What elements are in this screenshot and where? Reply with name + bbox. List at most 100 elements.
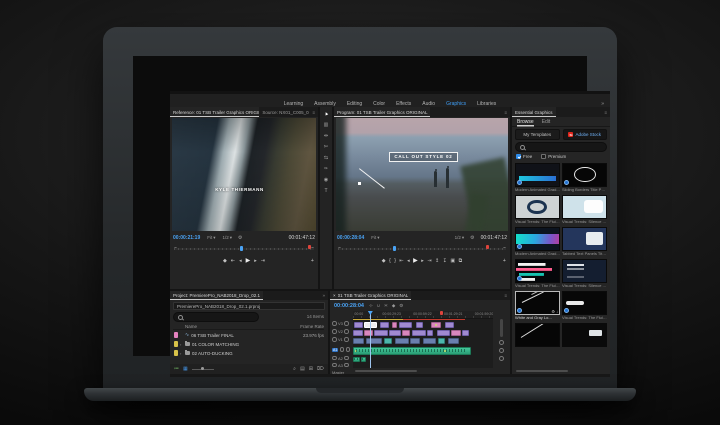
track-header-a1[interactable]: A1 bbox=[330, 345, 352, 354]
hand-tool-icon[interactable]: ◉ bbox=[324, 177, 328, 183]
play-icon[interactable]: ▶ bbox=[413, 257, 418, 264]
button-editor-icon[interactable]: + bbox=[311, 258, 314, 264]
ripple-edit-tool-icon[interactable]: ⇹ bbox=[324, 133, 328, 139]
step-back-icon[interactable]: ◂ bbox=[239, 258, 242, 264]
video-clip[interactable] bbox=[395, 338, 409, 344]
column-name[interactable]: Name bbox=[185, 324, 197, 329]
template-thumbnail[interactable] bbox=[562, 163, 607, 187]
panel-menu-icon[interactable]: ≡ bbox=[501, 291, 510, 300]
button-editor-icon[interactable]: + bbox=[503, 258, 506, 264]
list-view-icon[interactable]: ≔ bbox=[174, 366, 179, 372]
comparison-view-icon[interactable]: ⧉ bbox=[459, 258, 463, 264]
new-item-icon[interactable]: ⊞ bbox=[309, 366, 313, 372]
source-patch-a1[interactable]: A1 bbox=[332, 348, 338, 352]
template-card[interactable]: Tabbed Text Panels Title... bbox=[562, 227, 607, 257]
track-height-toggle-icon[interactable] bbox=[499, 340, 504, 345]
vertical-scrollbar[interactable] bbox=[500, 319, 503, 337]
track-eye-icon[interactable] bbox=[344, 329, 349, 334]
reference-video-viewport[interactable]: KYLE THIERMANN bbox=[172, 118, 316, 231]
template-card[interactable] bbox=[562, 323, 607, 353]
filter-premium[interactable]: Premium bbox=[541, 154, 566, 159]
go-to-in-icon[interactable]: ⇤ bbox=[231, 258, 235, 264]
program-video-viewport[interactable]: CALL OUT STYLE 02 bbox=[336, 118, 508, 231]
adobe-stock-button[interactable]: StAdobe Stock bbox=[563, 129, 608, 140]
reference-zoom-select[interactable]: Fit▾ bbox=[207, 235, 215, 241]
track-lock-icon[interactable] bbox=[332, 321, 337, 326]
type-tool-icon[interactable]: T bbox=[324, 188, 327, 194]
video-clip[interactable] bbox=[384, 338, 392, 344]
video-clip[interactable] bbox=[354, 322, 362, 328]
export-frame-icon[interactable]: ▣ bbox=[450, 258, 455, 264]
track-height-toggle-icon[interactable] bbox=[499, 348, 504, 353]
tab-browse[interactable]: Browse bbox=[517, 119, 534, 125]
video-clip[interactable] bbox=[380, 322, 390, 328]
video-clip[interactable] bbox=[353, 338, 364, 344]
expand-chevron-icon[interactable]: › bbox=[180, 342, 183, 347]
video-clip[interactable] bbox=[431, 322, 441, 328]
icon-view-icon[interactable]: ▦ bbox=[183, 366, 188, 372]
go-to-out-icon[interactable]: ⇥ bbox=[261, 258, 265, 264]
track-header-v3[interactable]: V3 bbox=[330, 320, 352, 327]
template-thumbnail[interactable] bbox=[562, 195, 607, 219]
timeline-settings-icon[interactable]: ⚙ bbox=[399, 303, 403, 309]
video-clip[interactable] bbox=[353, 330, 363, 336]
template-thumbnail[interactable] bbox=[562, 227, 607, 251]
timeline-horizontal-scrollbar[interactable] bbox=[355, 370, 417, 373]
reference-resolution-select[interactable]: 1/2▾ bbox=[223, 235, 233, 241]
template-thumbnail[interactable]: ⚙↓ bbox=[515, 291, 560, 315]
template-card-selected[interactable]: ⚙↓White and Gray Lo... bbox=[515, 291, 560, 321]
reference-playhead-handle[interactable] bbox=[240, 246, 243, 251]
panel-menu-icon[interactable]: ≡ bbox=[601, 107, 610, 117]
program-resolution-select[interactable]: 1/2▾ bbox=[455, 235, 465, 241]
template-thumbnail[interactable] bbox=[515, 163, 560, 187]
search-input[interactable] bbox=[515, 142, 607, 152]
add-marker-icon[interactable]: ◆ bbox=[382, 258, 386, 264]
project-search-input[interactable] bbox=[173, 312, 259, 322]
horizontal-scrollbar[interactable] bbox=[516, 370, 568, 372]
video-clip[interactable] bbox=[451, 330, 461, 336]
track-lock-icon[interactable] bbox=[332, 329, 337, 334]
template-thumbnail[interactable] bbox=[515, 323, 560, 347]
razor-tool-icon[interactable]: ✄ bbox=[324, 144, 328, 150]
video-clip[interactable] bbox=[427, 330, 433, 336]
workspace-tab-effects[interactable]: Effects bbox=[396, 101, 411, 107]
track-header-a3[interactable]: A3 bbox=[330, 362, 352, 368]
program-playhead-handle[interactable] bbox=[393, 246, 396, 251]
step-back-icon[interactable]: ◂ bbox=[407, 258, 410, 264]
template-card[interactable]: Visual Trends: The Fluid ... bbox=[562, 291, 607, 321]
template-card[interactable]: Visual Trends: Silence A... bbox=[562, 259, 607, 289]
video-clip[interactable] bbox=[366, 338, 383, 344]
workspace-tab-libraries[interactable]: Libraries bbox=[477, 101, 496, 107]
audio-clip[interactable] bbox=[353, 357, 360, 362]
workspace-tab-color[interactable]: Color bbox=[373, 101, 385, 107]
video-clip[interactable] bbox=[448, 338, 459, 344]
panel-menu-icon[interactable]: ≡ bbox=[309, 107, 318, 117]
track-eye-icon[interactable] bbox=[344, 337, 349, 342]
delete-icon[interactable]: ⌦ bbox=[317, 366, 324, 372]
go-to-out-icon[interactable]: ⇥ bbox=[427, 258, 431, 264]
selection-tool-icon[interactable]: ▲ bbox=[323, 110, 330, 117]
template-card[interactable]: Modern Animated Grad... bbox=[515, 163, 560, 193]
program-scrub-bar[interactable] bbox=[338, 245, 506, 252]
workspace-tab-graphics[interactable]: Graphics bbox=[446, 101, 466, 107]
tab-edit[interactable]: Edit bbox=[542, 119, 551, 125]
panel-overflow-icon[interactable]: » bbox=[319, 291, 328, 300]
linked-selection-icon[interactable]: ≍ bbox=[384, 303, 388, 309]
reference-scrub-bar[interactable] bbox=[174, 245, 314, 252]
premium-checkbox[interactable] bbox=[541, 154, 546, 159]
filter-free[interactable]: Free bbox=[516, 154, 532, 159]
panel-menu-icon[interactable]: ≡ bbox=[501, 107, 510, 117]
video-clip[interactable] bbox=[438, 338, 445, 344]
step-forward-icon[interactable]: ▸ bbox=[254, 258, 257, 264]
video-clip[interactable] bbox=[462, 330, 469, 336]
audio-clip[interactable] bbox=[361, 357, 365, 362]
template-card[interactable]: Sliding Borders Title Pack bbox=[562, 163, 607, 193]
close-icon[interactable]: × bbox=[333, 293, 336, 298]
my-templates-button[interactable]: My Templates bbox=[515, 129, 560, 140]
track-mute-icon[interactable] bbox=[344, 356, 349, 361]
track-solo-icon[interactable] bbox=[346, 347, 351, 352]
template-thumbnail[interactable] bbox=[562, 323, 607, 347]
tab-reference[interactable]: Reference: 01 TSB Trailer Graphics ORIGI… bbox=[170, 107, 259, 117]
template-thumbnail[interactable] bbox=[515, 195, 560, 219]
marker-menu-icon[interactable]: ◆ bbox=[392, 303, 395, 309]
